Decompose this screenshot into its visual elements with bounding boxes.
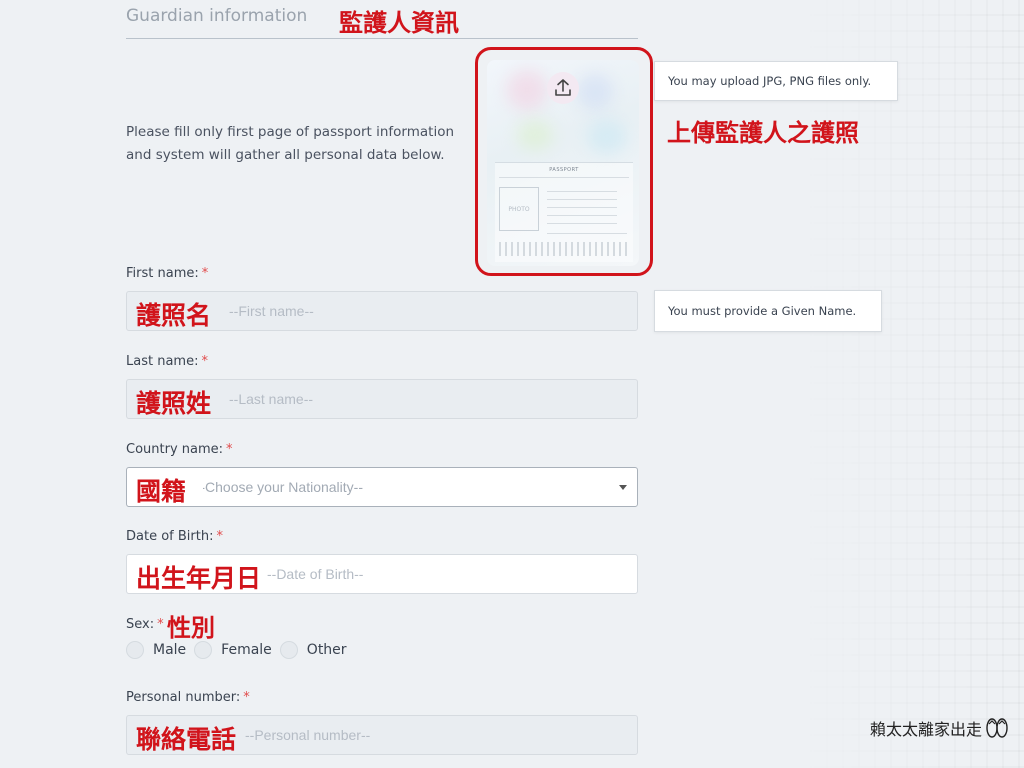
- radio-circle-icon[interactable]: [126, 641, 144, 659]
- section-title: Guardian information: [126, 6, 308, 26]
- last-name-annotation: 護照姓: [136, 389, 212, 418]
- radio-circle-icon[interactable]: [194, 641, 213, 659]
- instructions-text: Please fill only first page of passport …: [126, 124, 455, 163]
- nationality-select-value: --Choose your Nationality--: [203, 479, 363, 495]
- first-name-label: First name: *: [126, 266, 209, 281]
- sex-annotation: 性別: [167, 614, 215, 642]
- country-annotation: 國籍: [136, 477, 187, 506]
- sex-option-other[interactable]: Other: [279, 641, 347, 659]
- sex-option-label: Female: [221, 642, 272, 658]
- section-divider: [126, 38, 638, 39]
- upload-format-tooltip: You may upload JPG, PNG files only.: [654, 61, 898, 101]
- sex-option-male[interactable]: Male: [126, 641, 186, 659]
- upload-annotation: 上傳監護人之護照: [667, 119, 859, 147]
- nationality-select[interactable]: --Choose your Nationality--: [126, 467, 638, 507]
- first-name-error-tooltip: You must provide a Given Name.: [654, 290, 882, 332]
- sex-option-label: Other: [306, 642, 347, 658]
- watermark-text: 賴太太離家出走: [869, 720, 982, 739]
- dob-annotation: 出生年月日: [136, 564, 262, 593]
- country-label: Country name: *: [126, 442, 233, 457]
- sex-label: Sex: *: [126, 617, 164, 632]
- sex-radio-group: Male Female Other: [126, 641, 355, 659]
- sex-option-female[interactable]: Female: [194, 641, 272, 659]
- radio-circle-icon[interactable]: [279, 641, 298, 659]
- upload-highlight-box: [475, 47, 653, 276]
- last-name-label: Last name: *: [126, 354, 208, 369]
- chevron-down-icon[interactable]: [619, 485, 627, 490]
- section-annotation: 監護人資訊: [339, 9, 459, 37]
- first-name-annotation: 護照名: [136, 301, 212, 330]
- personal-number-annotation: 聯絡電話: [136, 725, 237, 754]
- personal-number-label: Personal number: *: [126, 690, 250, 705]
- watermark: 賴太太離家出走: [870, 716, 1010, 740]
- dob-label: Date of Birth: *: [126, 529, 223, 544]
- sex-option-label: Male: [153, 642, 187, 658]
- flip-flops-icon: [986, 718, 1008, 738]
